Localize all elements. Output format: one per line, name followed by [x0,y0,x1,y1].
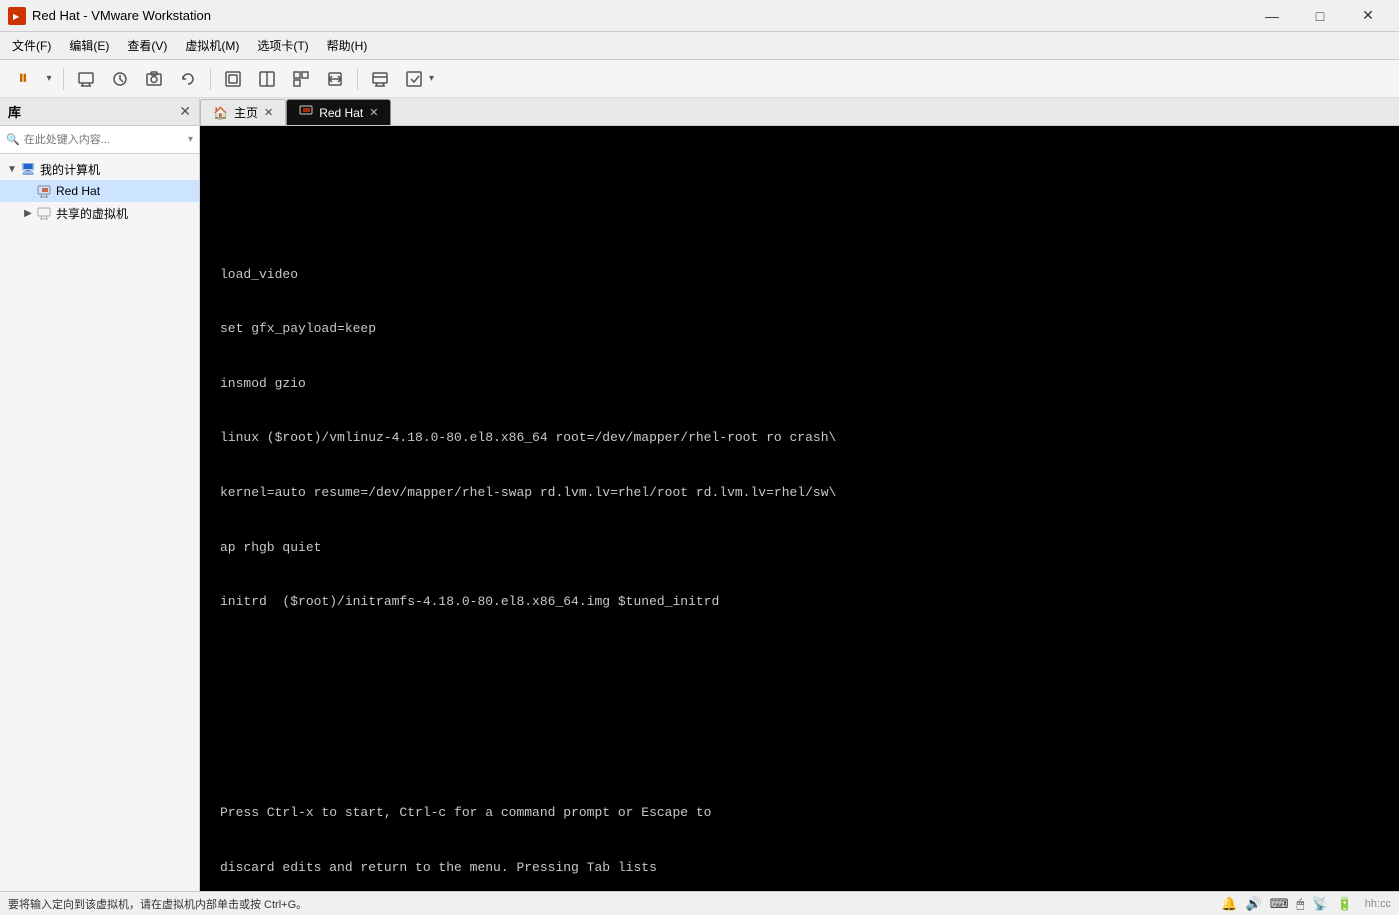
expand-icon: ▼ [4,164,20,175]
red-hat-tab-close[interactable]: ✕ [369,106,378,119]
terminal-line-1: load_video [220,266,1379,284]
home-tab-icon: 🏠 [213,106,228,120]
status-icon-5[interactable]: 📡 [1312,896,1328,912]
take-snapshot-button[interactable] [139,64,169,94]
app-icon: ▶ [8,7,26,25]
sidebar-item-red-hat[interactable]: Red Hat [0,180,199,202]
toolbar: ⏸ ▾ [0,60,1399,98]
shared-expand-icon: ▶ [20,208,36,219]
minimize-button[interactable]: — [1249,0,1295,32]
my-computer-label: 我的计算机 [40,161,100,178]
menu-file[interactable]: 文件(F) [4,35,59,57]
terminal-line-3: insmod gzio [220,375,1379,393]
home-tab-close[interactable]: ✕ [264,106,273,119]
view-options-button[interactable] [399,64,429,94]
unity-button[interactable] [286,64,316,94]
terminal-line-7: initrd ($root)/initramfs-4.18.0-80.el8.x… [220,593,1379,611]
status-bar: 要将输入定向到该虚拟机，请在虚拟机内部单击或按 Ctrl+G。 🔔 🔊 ⌨ 🖱 … [0,891,1399,915]
window-title: Red Hat - VMware Workstation [32,8,1249,23]
sidebar-title: 库 [8,102,21,121]
status-time: hh:cc [1365,898,1391,910]
vm-icon [36,183,52,199]
search-icon: 🔍 [6,133,20,146]
menu-help[interactable]: 帮助(H) [319,35,376,57]
red-hat-tab-icon [299,104,313,121]
window-controls: — □ ✕ [1249,0,1391,32]
vm-display-area[interactable]: load_video set gfx_payload=keep insmod g… [200,126,1399,891]
computer-icon: 🖥 [20,161,36,177]
content-area: 🏠 主页 ✕ Red Hat ✕ load_video [200,98,1399,891]
status-icon-6[interactable]: 🔋 [1337,896,1353,912]
toolbar-sep-3 [357,68,358,90]
tab-home[interactable]: 🏠 主页 ✕ [200,99,286,125]
sidebar-item-my-computer[interactable]: ▼ 🖥 我的计算机 [0,158,199,180]
title-bar: ▶ Red Hat - VMware Workstation — □ ✕ [0,0,1399,32]
shared-icon [36,205,52,221]
terminal-hint-2: discard edits and return to the menu. Pr… [220,859,1379,877]
terminal-hint-1: Press Ctrl-x to start, Ctrl-c for a comm… [220,804,1379,822]
home-tab-label: 主页 [234,104,258,121]
status-icon-3[interactable]: ⌨ [1270,896,1289,912]
shared-vms-label: 共享的虚拟机 [56,205,128,222]
terminal-line-2: set gfx_payload=keep [220,320,1379,338]
autofit-button[interactable] [320,64,350,94]
fullscreen-button[interactable] [218,64,248,94]
svg-text:▶: ▶ [13,12,20,21]
pause-dropdown[interactable]: ▾ [42,64,56,94]
close-button[interactable]: ✕ [1345,0,1391,32]
menu-bar: 文件(F) 编辑(E) 查看(V) 虚拟机(M) 选项卡(T) 帮助(H) [0,32,1399,60]
status-message: 要将输入定向到该虚拟机，请在虚拟机内部单击或按 Ctrl+G。 [8,896,307,912]
search-dropdown-arrow[interactable]: ▾ [188,134,193,145]
terminal-line-5: kernel=auto resume=/dev/mapper/rhel-swap… [220,484,1379,502]
maximize-button[interactable]: □ [1297,0,1343,32]
split-view-button[interactable] [252,64,282,94]
terminal-line-4: linux ($root)/vmlinuz-4.18.0-80.el8.x86_… [220,429,1379,447]
search-input[interactable] [24,134,184,146]
toolbar-sep-2 [210,68,211,90]
tab-red-hat[interactable]: Red Hat ✕ [286,99,391,125]
send-ctrl-alt-del-button[interactable] [71,64,101,94]
sidebar: 库 ✕ 🔍 ▾ ▼ 🖥 我的计算机 [0,98,200,891]
terminal-line-6: ap rhgb quiet [220,539,1379,557]
view-options-dropdown[interactable]: ▾ [429,73,434,84]
menu-view[interactable]: 查看(V) [119,35,175,57]
sidebar-item-shared-vms[interactable]: ▶ 共享的虚拟机 [0,202,199,224]
sidebar-header: 库 ✕ [0,98,199,126]
toolbar-sep-1 [63,68,64,90]
vm-terminal[interactable]: load_video set gfx_payload=keep insmod g… [200,126,1399,891]
status-icon-4[interactable]: 🖱 [1297,896,1305,912]
main-layout: 库 ✕ 🔍 ▾ ▼ 🖥 我的计算机 [0,98,1399,891]
status-icon-2[interactable]: 🔊 [1246,896,1262,912]
terminal-hint: Press Ctrl-x to start, Ctrl-c for a comm… [220,768,1379,891]
sidebar-search-bar[interactable]: 🔍 ▾ [0,126,199,154]
menu-tabs[interactable]: 选项卡(T) [249,35,316,57]
status-icon-1[interactable]: 🔔 [1221,896,1237,912]
red-hat-label: Red Hat [56,184,100,198]
menu-vm[interactable]: 虚拟机(M) [177,35,247,57]
menu-edit[interactable]: 编辑(E) [61,35,117,57]
red-hat-tab-label: Red Hat [319,106,363,120]
terminal-content: load_video set gfx_payload=keep insmod g… [220,229,1379,647]
sidebar-close-button[interactable]: ✕ [179,103,191,120]
console-view-button[interactable] [365,64,395,94]
status-right-icons: 🔔 🔊 ⌨ 🖱 📡 🔋 hh:cc [1221,896,1391,912]
pause-button[interactable]: ⏸ [8,64,38,94]
sidebar-tree: ▼ 🖥 我的计算机 Red Hat [0,154,199,891]
revert-snapshot-button[interactable] [173,64,203,94]
tab-bar: 🏠 主页 ✕ Red Hat ✕ [200,98,1399,126]
restore-snapshot-button[interactable] [105,64,135,94]
